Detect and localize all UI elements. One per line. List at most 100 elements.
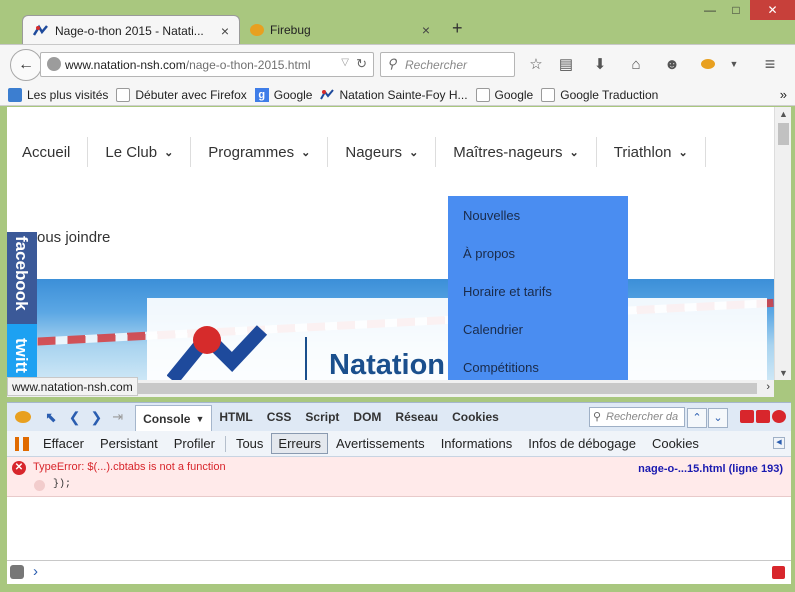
firebug-close-icon[interactable]: [772, 410, 786, 423]
close-window-button[interactable]: ✕: [750, 0, 795, 20]
bookmark-debuter-firefox[interactable]: Débuter avec Firefox: [116, 87, 247, 102]
url-bar[interactable]: www.natation-nsh.com/nage-o-thon-2015.ht…: [40, 52, 374, 77]
console-toolbar: Effacer Persistant Profiler Tous Erreurs…: [7, 431, 791, 457]
inspect-icon[interactable]: ⬉: [45, 409, 57, 426]
nav-accueil[interactable]: Accueil: [7, 137, 89, 167]
search-prev-icon[interactable]: ⌃: [687, 408, 707, 428]
scroll-thumb[interactable]: [137, 383, 757, 394]
filter-informations[interactable]: Informations: [433, 436, 521, 451]
search-placeholder: Rechercher: [405, 57, 468, 72]
facebook-tab[interactable]: facebook: [7, 232, 37, 324]
firebug-logo-icon[interactable]: [15, 411, 31, 423]
natation-favicon-icon: [32, 24, 49, 38]
tab-firebug[interactable]: Firebug ×: [240, 15, 440, 45]
reload-icon[interactable]: ↻: [356, 56, 367, 72]
nav-triathlon[interactable]: Triathlon ⌄: [597, 137, 706, 167]
nav-nageurs[interactable]: Nageurs ⌄: [328, 137, 437, 167]
scroll-thumb[interactable]: [778, 123, 789, 145]
menu-icon[interactable]: ≡: [760, 54, 780, 74]
clear-button[interactable]: Effacer: [35, 436, 92, 451]
filter-debug[interactable]: Infos de débogage: [520, 436, 644, 451]
dropdown-item-nouvelles[interactable]: Nouvelles: [448, 196, 628, 234]
panel-reseau[interactable]: Réseau: [388, 403, 445, 431]
chevron-down-icon: ⌄: [409, 146, 419, 159]
search-input[interactable]: ⚲ Rechercher: [380, 52, 515, 77]
dropdown-item-calendrier[interactable]: Calendrier: [448, 310, 628, 348]
dropdown-item-competitions[interactable]: Compétitions: [448, 348, 628, 380]
expand-editor-icon[interactable]: [772, 566, 785, 579]
close-tab-icon[interactable]: ×: [422, 22, 430, 38]
bookmark-google-2[interactable]: Google: [475, 87, 533, 102]
minimize-button[interactable]: —: [698, 0, 722, 20]
scroll-left-icon[interactable]: ◀: [773, 437, 785, 449]
back-arrow-icon[interactable]: ❮: [69, 409, 81, 426]
toolbar-divider: [224, 435, 226, 452]
command-prompt: ›: [33, 563, 38, 580]
command-editor-icon[interactable]: ⇥: [112, 409, 123, 425]
filter-cookies[interactable]: Cookies: [644, 436, 707, 451]
panel-cookies[interactable]: Cookies: [445, 403, 506, 431]
swimmer-logo-icon: [166, 322, 297, 380]
firebug-toolbar-icon[interactable]: [698, 54, 718, 74]
reading-list-icon[interactable]: ▤: [556, 54, 576, 74]
profiler-button[interactable]: Profiler: [166, 436, 223, 451]
scroll-right-arrow-icon[interactable]: ›: [766, 381, 770, 393]
site-navigation: Accueil Le Club ⌄ Programmes ⌄ Nageurs ⌄ Ma…: [7, 137, 706, 167]
maximize-button[interactable]: □: [724, 0, 748, 20]
filter-erreurs[interactable]: Erreurs: [271, 433, 329, 454]
twitter-tab[interactable]: twitt: [7, 324, 37, 380]
forward-arrow-icon[interactable]: ❯: [90, 409, 102, 426]
panel-console[interactable]: Console ▼: [135, 404, 213, 432]
nav-le-club[interactable]: Le Club ⌄: [88, 137, 192, 167]
panel-html[interactable]: HTML: [212, 403, 259, 431]
scroll-down-arrow-icon[interactable]: ▼: [779, 368, 788, 378]
firebug-detach-icon[interactable]: [756, 410, 770, 423]
command-history-icon[interactable]: [10, 565, 24, 579]
persistent-button[interactable]: Persistant: [92, 436, 166, 451]
command-line[interactable]: ›: [7, 560, 791, 584]
google-icon: g: [254, 87, 269, 102]
panel-css[interactable]: CSS: [260, 403, 299, 431]
bookmark-most-visited[interactable]: Les plus visités: [8, 87, 108, 102]
bookmark-natation[interactable]: Natation Sainte-Foy H...: [320, 88, 468, 102]
star-bookmark-icon[interactable]: ☆: [526, 54, 546, 74]
scroll-up-arrow-icon[interactable]: ▲: [779, 109, 788, 119]
nous-joindre-link[interactable]: ous joindre: [37, 229, 110, 246]
chevron-down-icon: ⌄: [164, 146, 174, 159]
tab-nage-o-thon[interactable]: Nage-o-thon 2015 - Natati... ×: [22, 15, 240, 45]
home-icon[interactable]: ⌂: [626, 54, 646, 74]
panel-script[interactable]: Script: [298, 403, 346, 431]
new-tab-button[interactable]: +: [452, 18, 463, 39]
bookmark-google[interactable]: g Google: [254, 87, 312, 102]
nav-programmes[interactable]: Programmes ⌄: [191, 137, 329, 167]
search-icon: ⚲: [387, 56, 397, 71]
download-icon[interactable]: ⬇: [590, 54, 610, 74]
filter-avertissements[interactable]: Avertissements: [328, 436, 433, 451]
nav-maitres-nageurs[interactable]: Maîtres-nageurs ⌄: [436, 137, 597, 167]
error-source-link[interactable]: nage-o-...15.html (ligne 193): [638, 463, 783, 475]
close-tab-icon[interactable]: ×: [221, 23, 229, 39]
dropdown-item-a-propos[interactable]: À propos: [448, 234, 628, 272]
chat-icon[interactable]: ☻: [662, 54, 682, 74]
firebug-menu-arrow-icon[interactable]: ▼: [724, 54, 744, 74]
breakpoint-toggle-icon[interactable]: [34, 480, 45, 491]
chevron-down-icon: ⌄: [301, 146, 311, 159]
error-code: });: [53, 479, 72, 490]
back-button[interactable]: ←: [10, 49, 42, 81]
dropdown-arrow-icon[interactable]: ▽: [341, 57, 349, 68]
firebug-search-input[interactable]: ⚲ Rechercher da: [589, 407, 685, 427]
console-error-row[interactable]: ✕ TypeError: $(...).cbtabs is not a func…: [7, 457, 791, 497]
search-next-icon[interactable]: ⌄: [708, 408, 728, 428]
vertical-scrollbar[interactable]: ▲ ▼: [774, 107, 791, 380]
panel-dom[interactable]: DOM: [346, 403, 388, 431]
filter-tous[interactable]: Tous: [228, 436, 271, 451]
blank-page-icon: [541, 87, 556, 102]
bookmark-google-traduction[interactable]: Google Traduction: [541, 87, 658, 102]
error-message[interactable]: TypeError: $(...).cbtabs is not a functi…: [33, 461, 226, 473]
bookmarks-overflow-icon[interactable]: »: [780, 87, 787, 102]
logo-text: Natation: [329, 349, 445, 380]
tab-title: Nage-o-thon 2015 - Natati...: [55, 23, 204, 38]
pause-icon[interactable]: [15, 436, 29, 451]
firebug-minimize-icon[interactable]: [740, 410, 754, 423]
dropdown-item-horaire[interactable]: Horaire et tarifs: [448, 272, 628, 310]
